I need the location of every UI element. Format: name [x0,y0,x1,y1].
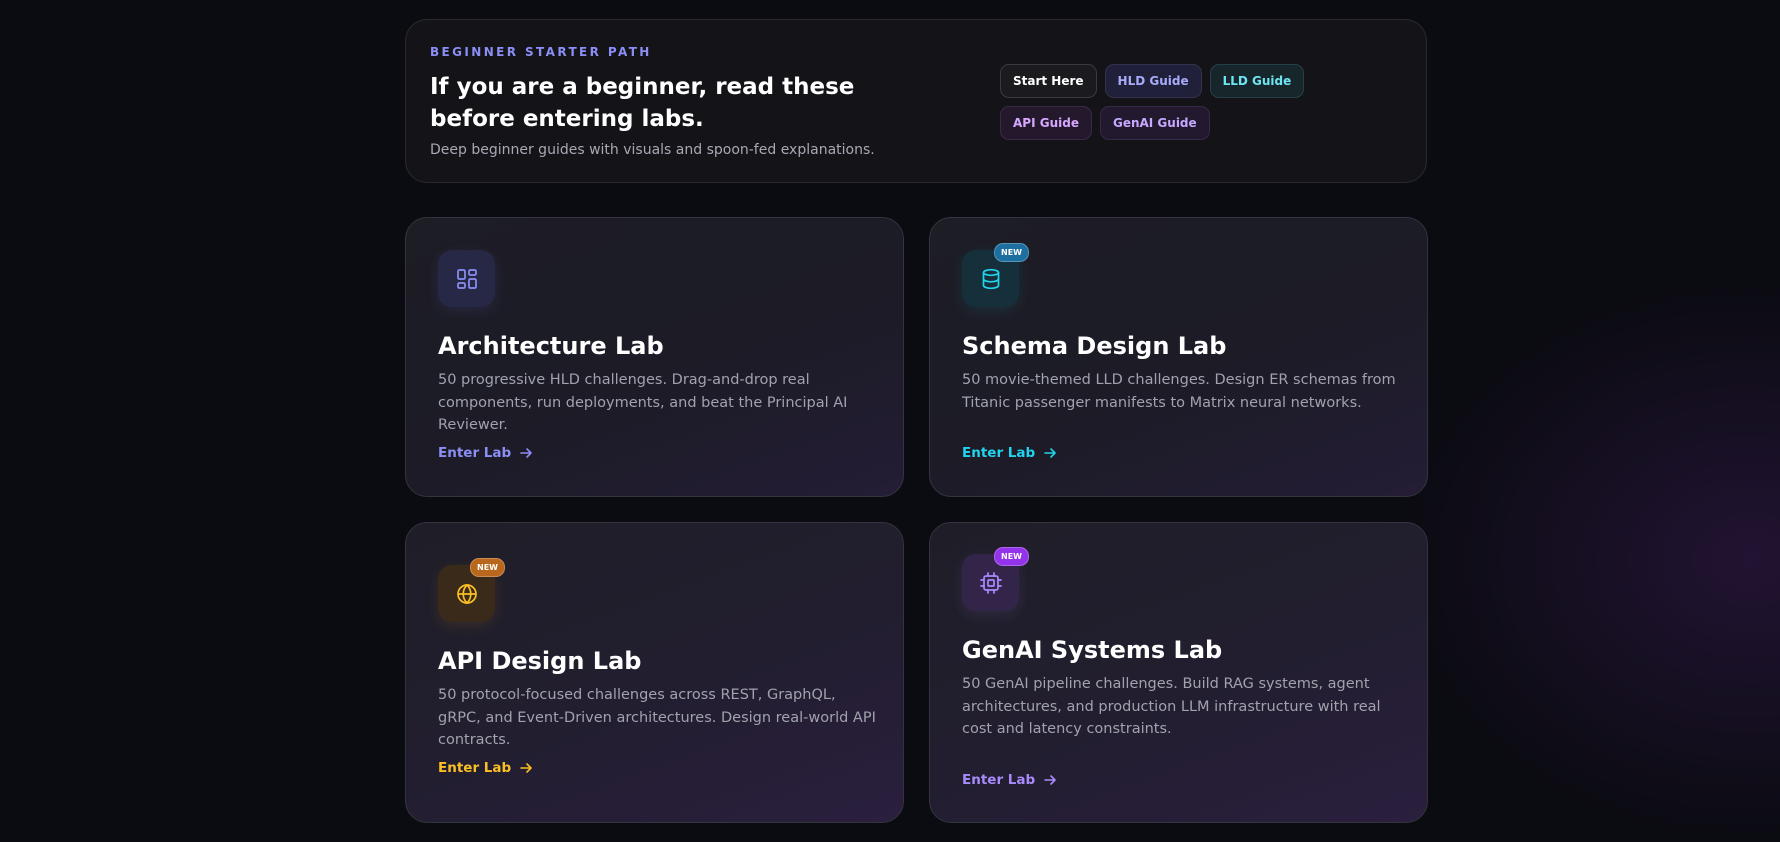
globe-icon [456,583,477,604]
starter-eyebrow: BEGINNER STARTER PATH [430,45,652,59]
layout-grid-icon [456,268,477,289]
architecture-lab-description: 50 progressive HLD challenges. Drag-and-… [438,372,848,433]
genai-guide-chip[interactable]: GenAI Guide [1099,106,1210,140]
new-badge: NEW [994,243,1029,262]
api-lab-title: API Design Lab [438,647,642,675]
genai-lab-title: GenAI Systems Lab [962,636,1223,664]
enter-lab-label: Enter Lab [438,760,512,776]
architecture-lab-icon-box [438,250,495,307]
genai-lab-icon-box: NEW [962,547,1029,611]
schema-design-lab-card[interactable]: NEW Schema Design Lab 50 movie-themed LL… [929,217,1428,497]
cpu-chip-icon [979,571,1002,594]
new-badge: NEW [994,547,1029,566]
schema-lab-description: 50 movie-themed LLD challenges. Design E… [962,372,1396,411]
arrow-right-icon [520,448,532,458]
arrow-right-icon [1044,775,1056,785]
hld-guide-chip[interactable]: HLD Guide [1104,64,1202,98]
schema-enter-lab-link[interactable]: Enter Lab [962,445,1057,461]
beginner-starter-panel: BEGINNER STARTER PATH If you are a begin… [405,19,1427,183]
enter-lab-label: Enter Lab [962,445,1036,461]
genai-enter-lab-link[interactable]: Enter Lab [962,772,1057,788]
start-here-chip[interactable]: Start Here [1000,64,1097,98]
architecture-lab-card[interactable]: Architecture Lab 50 progressive HLD chal… [405,217,904,497]
database-icon [982,268,999,289]
starter-title: If you are a beginner, read these before… [430,74,855,132]
lld-guide-chip[interactable]: LLD Guide [1209,64,1305,98]
arrow-right-icon [1044,448,1056,458]
api-design-lab-card[interactable]: NEW API Design Lab 50 protocol-focused c… [405,522,904,823]
arrow-right-icon [520,763,532,773]
genai-lab-description: 50 GenAI pipeline challenges. Build RAG … [962,676,1381,737]
api-lab-description: 50 protocol-focused challenges across RE… [438,687,876,748]
enter-lab-label: Enter Lab [962,772,1036,788]
api-lab-icon-box: NEW [438,558,505,622]
new-badge: NEW [470,558,505,577]
guide-chip-list: Start Here HLD Guide LLD Guide API Guide… [1000,64,1380,140]
schema-lab-icon-box: NEW [962,243,1029,307]
api-guide-chip[interactable]: API Guide [1000,106,1092,140]
api-enter-lab-link[interactable]: Enter Lab [438,760,533,776]
genai-systems-lab-card[interactable]: NEW GenAI Systems Lab 50 GenAI pipeline … [929,522,1428,823]
schema-lab-title: Schema Design Lab [962,332,1227,360]
architecture-lab-title: Architecture Lab [438,332,664,360]
starter-subtitle: Deep beginner guides with visuals and sp… [430,142,875,158]
architecture-enter-lab-link[interactable]: Enter Lab [438,445,533,461]
enter-lab-label: Enter Lab [438,445,512,461]
